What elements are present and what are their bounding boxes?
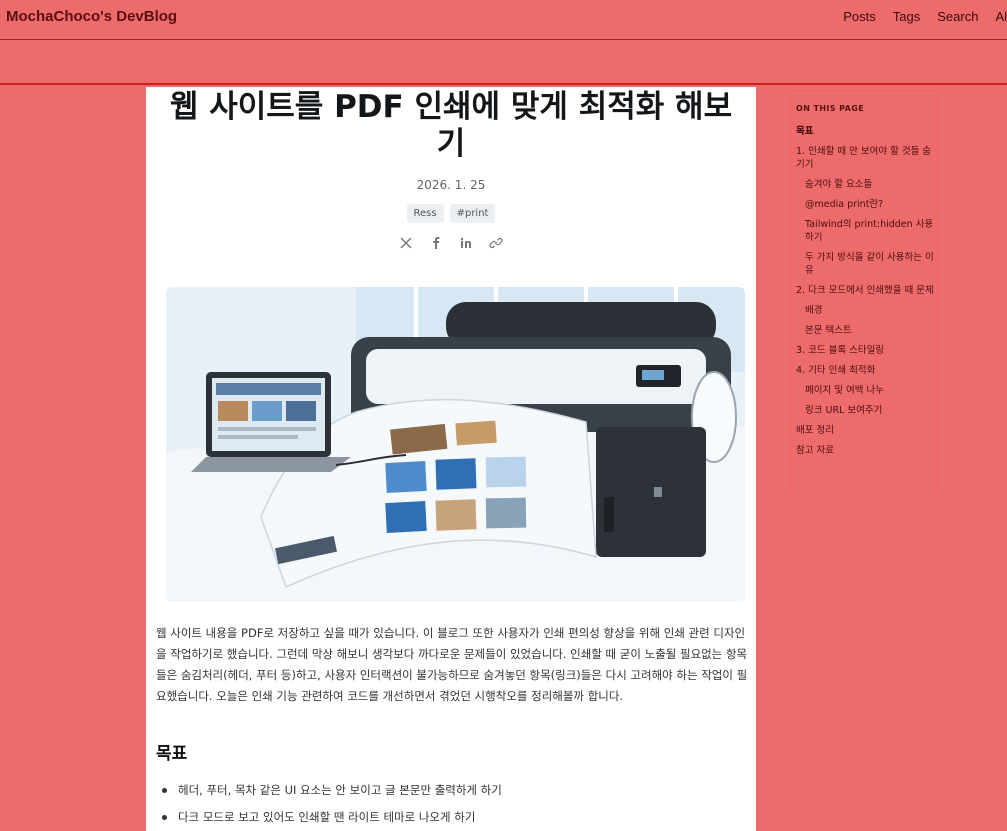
article-container: 웹 사이트를 PDF 인쇄에 맞게 최적화 해보기 2026. 1. 25 Re… [146, 87, 756, 831]
article-date: 2026. 1. 25 [416, 178, 486, 192]
toc-item[interactable]: 배경 [796, 304, 934, 317]
toc-item[interactable]: @media print란? [796, 198, 934, 211]
tag-list: Ress #print [146, 204, 756, 223]
toc-item[interactable]: 3. 코드 블록 스타일링 [796, 344, 934, 357]
toc-item[interactable]: 본문 텍스트 [796, 324, 934, 337]
list-item: 헤더, 푸터, 목차 같은 UI 요소는 안 보이고 글 본문만 출력하게 하기 [156, 777, 751, 804]
tag-ress[interactable]: Ress [406, 204, 444, 223]
intro-paragraph: 웹 사이트 내용을 PDF로 저장하고 싶을 때가 있습니다. 이 블로그 또한… [156, 626, 748, 703]
toc-item[interactable]: 2. 다크 모드에서 인쇄했을 때 문제 [796, 284, 934, 297]
toc-item[interactable]: 두 가지 방식을 같이 사용하는 이유 [796, 251, 934, 277]
facebook-icon[interactable] [429, 235, 443, 249]
section-heading-goal: 목표 [156, 744, 188, 764]
top-navbar: MochaChoco's DevBlog Posts Tags Search A… [0, 0, 1007, 40]
main-nav: Posts Tags Search Al [826, 9, 1007, 24]
nav-search[interactable]: Search [937, 9, 978, 24]
sub-header-bar [0, 40, 1007, 85]
linkedin-icon[interactable] [459, 235, 473, 249]
list-item: 다크 모드로 보고 있어도 인쇄할 땐 라이트 테마로 나오게 하기 [156, 804, 751, 831]
hero-illustration [166, 287, 745, 602]
toc-item[interactable]: Tailwind의 print:hidden 사용하기 [796, 218, 934, 244]
toc-item[interactable]: 목표 [796, 125, 934, 138]
nav-tags[interactable]: Tags [893, 9, 920, 24]
link-icon[interactable] [489, 235, 503, 249]
share-buttons [146, 235, 756, 249]
table-of-contents: ON THIS PAGE 목표 1. 인쇄할 때 안 보여야 할 것들 숨기기 … [785, 93, 943, 493]
toc-item[interactable]: 1. 인쇄할 때 안 보여야 할 것들 숨기기 [796, 145, 934, 171]
nav-posts[interactable]: Posts [843, 9, 876, 24]
toc-item[interactable]: 4. 기타 인쇄 최적화 [796, 364, 934, 377]
site-brand[interactable]: MochaChoco's DevBlog [6, 8, 177, 25]
printer-illustration-svg [166, 287, 745, 602]
toc-item[interactable]: 참고 자료 [796, 444, 934, 457]
goal-list: 헤더, 푸터, 목차 같은 UI 요소는 안 보이고 글 본문만 출력하게 하기… [156, 777, 751, 831]
toc-item[interactable]: 링크 URL 보여주기 [796, 404, 934, 417]
nav-al[interactable]: Al [995, 9, 1007, 24]
toc-item[interactable]: 배포 정리 [796, 424, 934, 437]
x-icon[interactable] [399, 235, 413, 249]
article-title: 웹 사이트를 PDF 인쇄에 맞게 최적화 해보기 [169, 89, 733, 162]
tag-print[interactable]: #print [449, 204, 496, 223]
toc-heading: ON THIS PAGE [796, 104, 865, 113]
toc-item[interactable]: 숨겨야 할 요소들 [796, 178, 934, 191]
toc-item[interactable]: 페이지 및 여백 나누 [796, 384, 934, 397]
